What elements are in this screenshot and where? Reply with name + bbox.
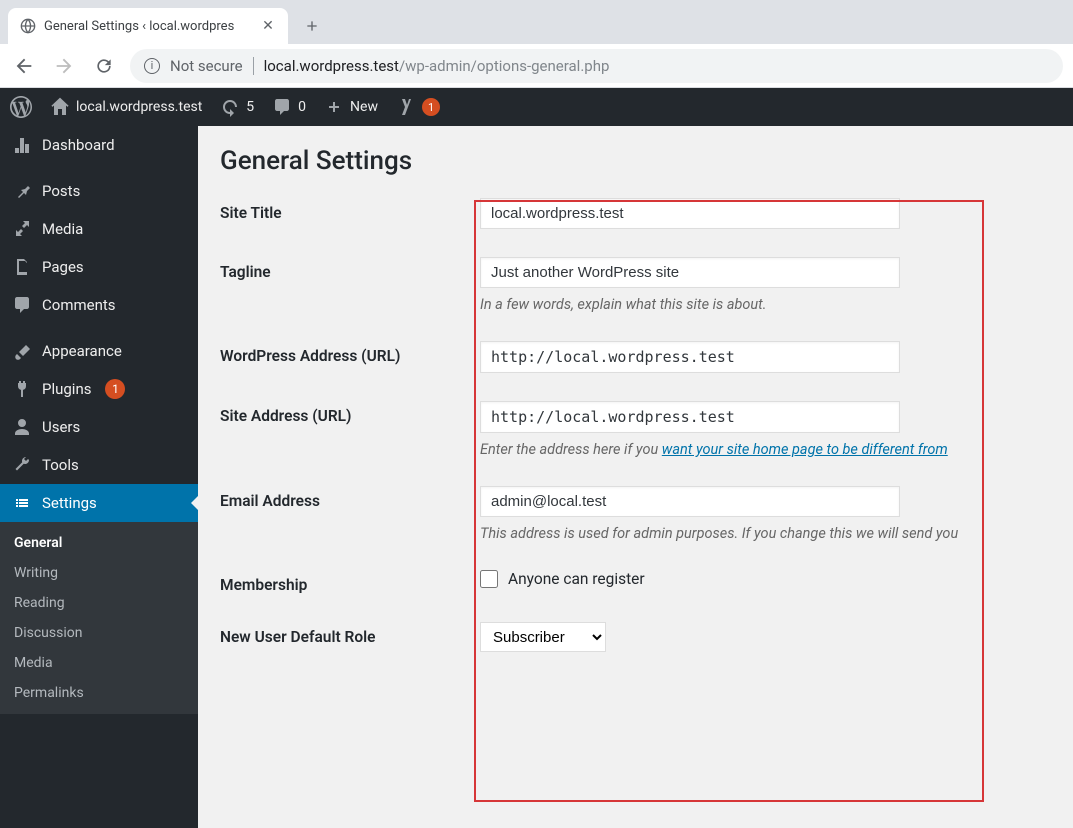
url-text: local.wordpress.test/wp-admin/options-ge… [264,57,610,75]
membership-checkbox-label[interactable]: Anyone can register [480,570,1051,588]
page-title: General Settings [220,146,1051,176]
submenu-general[interactable]: General [0,528,198,558]
browser-tab-title: General Settings ‹ local.wordpres [44,19,252,34]
browser-tab[interactable]: General Settings ‹ local.wordpres ✕ [8,8,288,44]
pages-icon [12,257,32,277]
label-wp-address: WordPress Address (URL) [220,341,480,365]
site-address-help-link[interactable]: want your site home page to be different… [662,441,948,458]
settings-submenu: General Writing Reading Discussion Media… [0,522,198,714]
plus-icon [324,97,344,117]
yoast-badge-count: 1 [422,98,440,116]
submenu-writing[interactable]: Writing [0,558,198,588]
content-area: General Settings Site Title Tagline In a… [198,126,1073,828]
user-icon [12,417,32,437]
globe-icon [20,18,36,34]
site-address-description: Enter the address here if you want your … [480,441,1051,458]
label-email: Email Address [220,486,480,510]
updates-icon [220,97,240,117]
settings-form: Site Title Tagline In a few words, expla… [220,198,1051,652]
settings-icon [12,493,32,513]
label-site-title: Site Title [220,198,480,222]
wp-address-input[interactable] [480,341,900,373]
menu-users[interactable]: Users [0,408,198,446]
label-default-role: New User Default Role [220,622,480,646]
admin-sidebar: Dashboard Posts Media Pages Comments App… [0,126,198,828]
label-tagline: Tagline [220,257,480,281]
menu-settings[interactable]: Settings [0,484,198,522]
address-bar[interactable]: i Not secure local.wordpress.test/wp-adm… [130,49,1063,83]
wp-admin-bar: local.wordpress.test 5 0 New 1 [0,88,1073,126]
submenu-media[interactable]: Media [0,648,198,678]
email-description: This address is used for admin purposes.… [480,525,1051,542]
menu-dashboard[interactable]: Dashboard [0,126,198,164]
submenu-permalinks[interactable]: Permalinks [0,678,198,708]
wp-logo-icon[interactable] [10,96,32,118]
browser-tab-strip: General Settings ‹ local.wordpres ✕ [0,0,1073,44]
menu-plugins[interactable]: Plugins 1 [0,370,198,408]
site-name: local.wordpress.test [76,99,202,115]
new-label: New [350,99,378,115]
pin-icon [12,181,32,201]
menu-appearance[interactable]: Appearance [0,332,198,370]
comments-link[interactable]: 0 [272,97,306,117]
browser-toolbar: i Not secure local.wordpress.test/wp-adm… [0,44,1073,88]
tagline-description: In a few words, explain what this site i… [480,296,1051,313]
close-icon[interactable]: ✕ [260,18,276,34]
wrench-icon [12,455,32,475]
new-content-link[interactable]: New [324,97,378,117]
membership-checkbox[interactable] [480,570,498,588]
menu-posts[interactable]: Posts [0,172,198,210]
default-role-select[interactable]: Subscriber [480,622,606,652]
site-address-input[interactable] [480,401,900,433]
menu-pages[interactable]: Pages [0,248,198,286]
forward-button [50,52,78,80]
site-link[interactable]: local.wordpress.test [50,97,202,117]
reload-button[interactable] [90,52,118,80]
plugins-count-badge: 1 [105,379,125,399]
dashboard-icon [12,135,32,155]
email-input[interactable] [480,486,900,517]
tagline-input[interactable] [480,257,900,288]
back-button[interactable] [10,52,38,80]
comments-count: 0 [298,99,306,115]
yoast-icon [396,97,416,117]
label-membership: Membership [220,570,480,594]
home-icon [50,97,70,117]
plugin-icon [12,379,32,399]
yoast-link[interactable]: 1 [396,97,440,117]
updates-count: 5 [246,99,254,115]
updates-link[interactable]: 5 [220,97,254,117]
comment-icon [272,97,292,117]
submenu-reading[interactable]: Reading [0,588,198,618]
comment-icon [12,295,32,315]
menu-media[interactable]: Media [0,210,198,248]
brush-icon [12,341,32,361]
label-site-address: Site Address (URL) [220,401,480,425]
media-icon [12,219,32,239]
not-secure-label: Not secure [170,57,243,75]
site-title-input[interactable] [480,198,900,229]
menu-tools[interactable]: Tools [0,446,198,484]
menu-comments[interactable]: Comments [0,286,198,324]
new-tab-button[interactable] [298,12,326,40]
info-icon: i [144,58,160,74]
divider [253,57,254,75]
submenu-discussion[interactable]: Discussion [0,618,198,648]
